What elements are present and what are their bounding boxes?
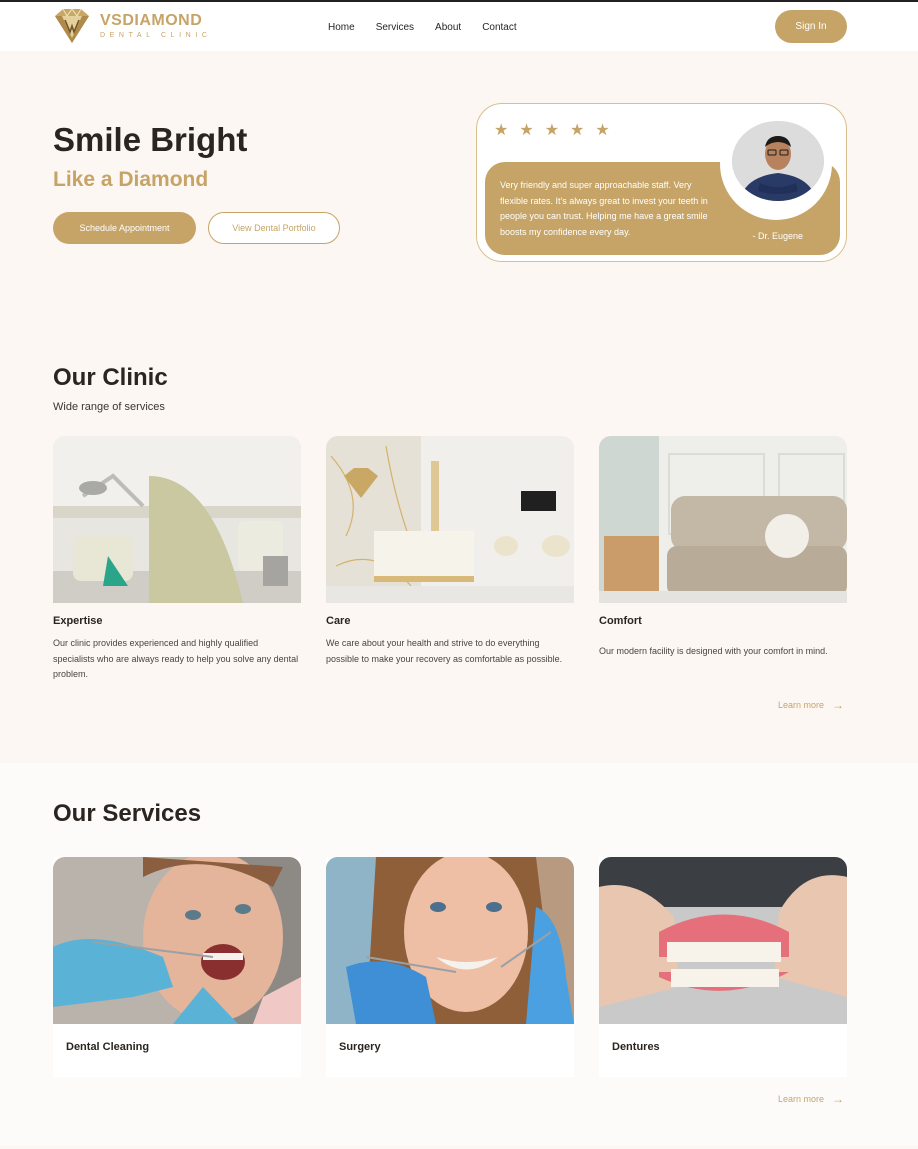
- card-title-expertise: Expertise: [53, 615, 103, 627]
- services-learn-more-link[interactable]: Learn more →: [778, 1092, 844, 1106]
- learn-more-label: Learn more: [778, 700, 825, 710]
- view-portfolio-button[interactable]: View Dental Portfolio: [208, 212, 340, 244]
- service-image-dentures: [599, 857, 847, 1024]
- card-title-comfort: Comfort: [599, 615, 642, 627]
- brand-logo[interactable]: VSDIAMOND DENTAL CLINIC: [53, 8, 212, 44]
- clinic-section-title: Our Clinic: [53, 364, 168, 391]
- clinic-image-care: [326, 436, 574, 603]
- card-desc-expertise: Our clinic provides experienced and high…: [53, 638, 299, 679]
- service-image-surgery: [326, 857, 574, 1024]
- service-image-cleaning: [53, 857, 301, 1024]
- star-icon: ★: [570, 122, 585, 139]
- arrow-right-icon: →: [832, 698, 845, 712]
- testimonial-card: ★ ★ ★ ★ ★ Very friendly and super approa…: [476, 103, 847, 262]
- brand-name: VSDIAMOND: [100, 11, 203, 29]
- service-card-dentures[interactable]: Dentures: [599, 857, 847, 1077]
- nav-home[interactable]: Home: [328, 22, 355, 33]
- avatar: [732, 121, 824, 201]
- clinic-image-expertise: [53, 436, 301, 603]
- card-desc-care: We care about your health and strive to …: [326, 638, 563, 664]
- service-card-surgery[interactable]: Surgery: [326, 857, 574, 1077]
- service-label-cleaning: Dental Cleaning: [66, 1041, 150, 1053]
- card-desc-comfort: Our modern facility is designed with you…: [599, 646, 828, 656]
- testimonial-quote: Very friendly and super approachable sta…: [500, 180, 708, 237]
- star-icon: ★: [595, 122, 610, 139]
- service-label-surgery: Surgery: [339, 1041, 381, 1053]
- learn-more-label: Learn more: [778, 1094, 825, 1104]
- schedule-appointment-button[interactable]: Schedule Appointment: [53, 212, 196, 244]
- star-icon: ★: [544, 122, 560, 139]
- nav-about[interactable]: About: [435, 22, 461, 33]
- rating-stars: ★ ★ ★ ★ ★: [494, 122, 621, 140]
- brand-tagline: DENTAL CLINIC: [100, 31, 212, 39]
- services-section-title: Our Services: [53, 800, 202, 827]
- sign-in-button[interactable]: Sign In: [775, 10, 847, 43]
- service-label-dentures: Dentures: [612, 1041, 660, 1053]
- service-card-cleaning[interactable]: Dental Cleaning: [53, 857, 301, 1077]
- hero-title: Smile Bright: [53, 121, 248, 158]
- main-nav: Home Services About Contact: [328, 22, 538, 33]
- hero-subtitle: Like a Diamond: [53, 168, 209, 191]
- diamond-logo-icon: [55, 8, 89, 43]
- clinic-section-subtitle: Wide range of services: [53, 401, 165, 413]
- site-header: VSDIAMOND DENTAL CLINIC Home Services Ab…: [0, 2, 918, 51]
- testimonial-author: - Dr. Eugene: [752, 231, 803, 241]
- clinic-image-comfort: [599, 436, 847, 603]
- arrow-right-icon: →: [832, 1092, 845, 1106]
- star-icon: ★: [494, 122, 509, 139]
- clinic-learn-more-link[interactable]: Learn more →: [778, 698, 844, 712]
- nav-contact[interactable]: Contact: [482, 22, 516, 33]
- star-icon: ★: [519, 122, 534, 139]
- card-title-care: Care: [326, 615, 351, 627]
- nav-services[interactable]: Services: [376, 22, 414, 33]
